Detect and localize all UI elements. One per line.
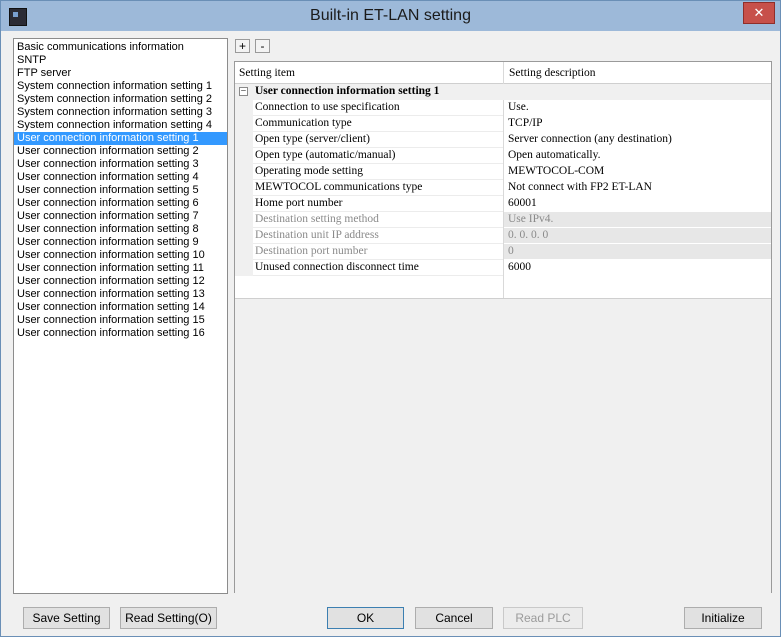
cancel-button[interactable]: Cancel [415, 607, 493, 629]
list-item[interactable]: System connection information setting 3 [14, 106, 227, 119]
row-gutter [235, 228, 253, 244]
collapse-icon[interactable]: − [239, 87, 248, 97]
list-item[interactable]: SNTP [14, 54, 227, 67]
list-item[interactable]: Basic communications information [14, 41, 227, 54]
setting-value[interactable]: TCP/IP [508, 117, 543, 129]
setting-value[interactable]: 60001 [508, 197, 537, 209]
read-setting-button[interactable]: Read Setting(O) [120, 607, 217, 629]
setting-row[interactable]: MEWTOCOL communications type Not connect … [235, 180, 771, 196]
setting-name: Communication type [255, 117, 352, 129]
setting-value-cell[interactable] [504, 196, 771, 211]
column-header-setting-item: Setting item [239, 67, 295, 79]
setting-row: Destination unit IP address 0. 0. 0. 0 [235, 228, 771, 244]
list-item[interactable]: User connection information setting 14 [14, 301, 227, 314]
window-title: Built-in ET-LAN setting [310, 7, 471, 24]
setting-value-cell[interactable] [504, 116, 771, 131]
setting-row[interactable]: Open type (automatic/manual) Open automat… [235, 148, 771, 164]
read-plc-button: Read PLC [503, 607, 583, 629]
list-item[interactable]: User connection information setting 15 [14, 314, 227, 327]
setting-value-cell[interactable] [504, 260, 771, 275]
setting-name: MEWTOCOL communications type [255, 181, 423, 193]
setting-value: 0 [508, 245, 514, 257]
setting-row[interactable]: Communication type TCP/IP [235, 116, 771, 132]
row-gutter [235, 212, 253, 228]
setting-name: Destination port number [255, 245, 368, 257]
list-item[interactable]: User connection information setting 9 [14, 236, 227, 249]
setting-row[interactable]: Connection to use specification Use. [235, 100, 771, 116]
row-gutter [235, 180, 253, 196]
description-panel [235, 298, 771, 593]
list-item[interactable]: System connection information setting 4 [14, 119, 227, 132]
setting-name: Home port number [255, 197, 343, 209]
list-item[interactable]: User connection information setting 6 [14, 197, 227, 210]
setting-value: 0. 0. 0. 0 [508, 229, 549, 241]
list-item[interactable]: User connection information setting 4 [14, 171, 227, 184]
ok-button[interactable]: OK [327, 607, 404, 629]
list-item[interactable]: User connection information setting 10 [14, 249, 227, 262]
setting-value-cell [504, 244, 771, 259]
setting-value[interactable]: Server connection (any destination) [508, 133, 672, 145]
setting-row[interactable]: Unused connection disconnect time 6000 [235, 260, 771, 276]
setting-value-cell[interactable] [504, 100, 771, 115]
settings-dialog: Built-in ET-LAN setting ✕ Basic communic… [0, 0, 781, 637]
row-gutter [235, 116, 253, 132]
list-item[interactable]: User connection information setting 11 [14, 262, 227, 275]
column-header-setting-description: Setting description [509, 67, 596, 79]
save-setting-button[interactable]: Save Setting [23, 607, 110, 629]
setting-value[interactable]: Use. [508, 101, 529, 113]
initialize-button[interactable]: Initialize [684, 607, 762, 629]
setting-value: Use IPv4. [508, 213, 554, 225]
setting-row[interactable]: Home port number 60001 [235, 196, 771, 212]
row-gutter [235, 100, 253, 116]
property-grid: Setting item Setting description − User … [234, 61, 772, 593]
setting-row: Destination setting method Use IPv4. [235, 212, 771, 228]
setting-name: Destination unit IP address [255, 229, 379, 241]
setting-row[interactable]: Open type (server/client) Server connecti… [235, 132, 771, 148]
collapse-all-button[interactable]: - [255, 39, 270, 53]
list-item[interactable]: User connection information setting 7 [14, 210, 227, 223]
setting-name: Unused connection disconnect time [255, 261, 419, 273]
initialize-label: Initialize [701, 611, 745, 625]
list-item[interactable]: User connection information setting 2 [14, 145, 227, 158]
list-item[interactable]: FTP server [14, 67, 227, 80]
list-item[interactable]: User connection information setting 8 [14, 223, 227, 236]
title-bar[interactable]: Built-in ET-LAN setting ✕ [1, 1, 780, 31]
setting-name: Connection to use specification [255, 101, 400, 113]
setting-row: Destination port number 0 [235, 244, 771, 260]
setting-name: Open type (automatic/manual) [255, 149, 396, 161]
save-setting-label: Save Setting [32, 611, 101, 625]
read-setting-label: Read Setting(O) [125, 611, 212, 625]
setting-name: Open type (server/client) [255, 133, 370, 145]
row-gutter [235, 148, 253, 164]
setting-name: Operating mode setting [255, 165, 363, 177]
setting-name: Destination setting method [255, 213, 379, 225]
list-item[interactable]: System connection information setting 1 [14, 80, 227, 93]
row-gutter [235, 244, 253, 260]
list-item[interactable]: User connection information setting 1 [14, 132, 227, 145]
setting-value[interactable]: 6000 [508, 261, 531, 273]
list-item[interactable]: System connection information setting 2 [14, 93, 227, 106]
list-item[interactable]: User connection information setting 16 [14, 327, 227, 340]
settings-category-list[interactable]: Basic communications information SNTP FTP … [13, 38, 228, 594]
setting-value[interactable]: Not connect with FP2 ET-LAN [508, 181, 652, 193]
list-item[interactable]: User connection information setting 12 [14, 275, 227, 288]
row-gutter [235, 164, 253, 180]
setting-value[interactable]: MEWTOCOL-COM [508, 165, 604, 177]
row-gutter [235, 196, 253, 212]
close-button[interactable]: ✕ [743, 2, 775, 24]
group-row[interactable]: − User connection information setting 1 [235, 84, 771, 100]
cancel-label: Cancel [435, 611, 473, 625]
setting-value[interactable]: Open automatically. [508, 149, 601, 161]
list-item[interactable]: User connection information setting 13 [14, 288, 227, 301]
setting-row[interactable]: Operating mode setting MEWTOCOL-COM [235, 164, 771, 180]
row-gutter [235, 260, 253, 276]
group-label: User connection information setting 1 [255, 85, 440, 97]
ok-label: OK [356, 611, 375, 625]
expand-all-button[interactable]: + [235, 39, 250, 53]
row-gutter [235, 132, 253, 148]
list-item[interactable]: User connection information setting 3 [14, 158, 227, 171]
read-plc-label: Read PLC [515, 611, 571, 625]
list-item[interactable]: User connection information setting 5 [14, 184, 227, 197]
